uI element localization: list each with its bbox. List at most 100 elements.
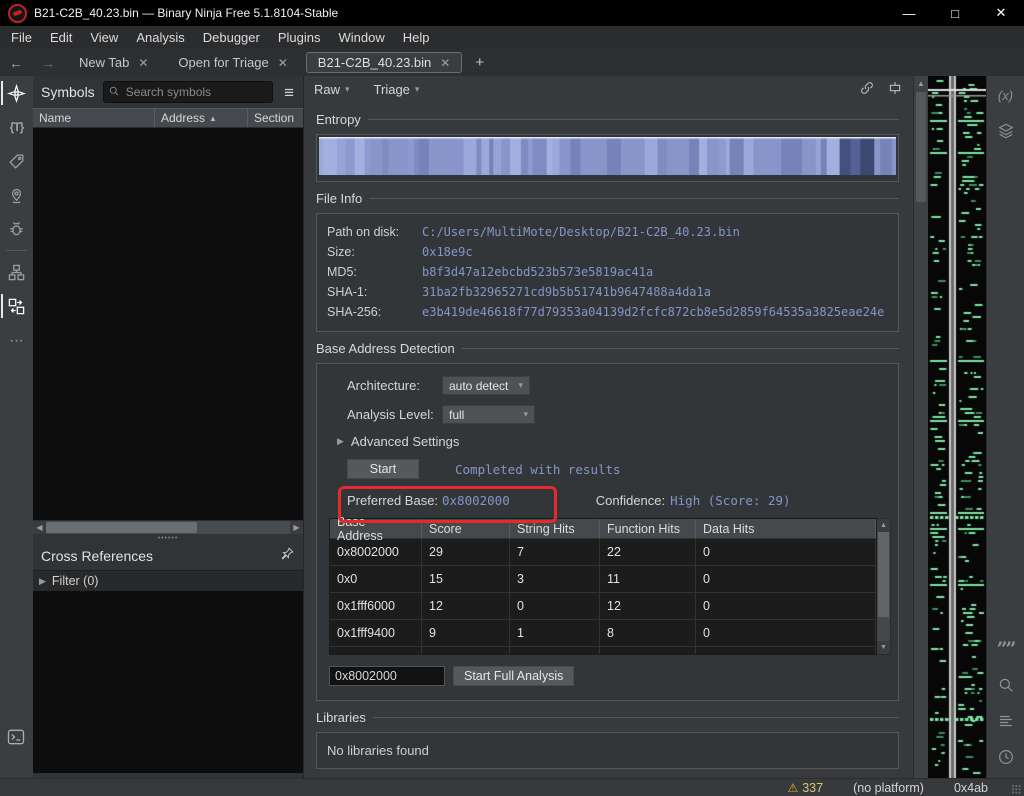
status-bar: ⚠ 337 (no platform) 0x4ab — [0, 778, 1024, 796]
triage-scroll-area: Entropy File Info Path on disk: C:/Users… — [304, 103, 913, 778]
menu-help[interactable]: Help — [394, 26, 439, 49]
caret-right-icon: ▶ — [337, 436, 344, 447]
table-header-row: Base Address Score String Hits Function … — [330, 519, 876, 538]
entropy-visualization[interactable] — [316, 134, 899, 182]
symbols-horizontal-scrollbar[interactable]: ◀ ▶ — [33, 520, 303, 534]
byte-overview-minimap[interactable] — [928, 76, 986, 778]
rebase-address-input[interactable] — [329, 666, 445, 686]
xref-filter-toggle[interactable]: ▶ Filter (0) — [33, 570, 303, 591]
history-panel-icon[interactable] — [987, 742, 1024, 772]
split-view-icon[interactable] — [887, 80, 903, 99]
variables-panel-icon[interactable]: (x) — [987, 80, 1024, 110]
confidence-value: High (Score: 29) — [670, 493, 790, 508]
triage-content: Raw ▾ Triage ▾ Entropy — [304, 76, 913, 778]
tab-close-icon[interactable]: ✕ — [278, 56, 288, 70]
file-path-value[interactable]: C:/Users/MultiMote/Desktop/B21-C2B_40.23… — [422, 222, 740, 242]
sidebar-tags-icon[interactable] — [0, 144, 33, 178]
table-row[interactable]: 0x8002000 29 7 22 0 — [330, 538, 876, 565]
symbols-panel-title: Symbols — [41, 84, 95, 100]
tab-new-tab[interactable]: New Tab ✕ — [67, 52, 160, 73]
current-address: 0x4ab — [954, 781, 988, 795]
find-panel-icon[interactable] — [987, 670, 1024, 700]
symbols-menu-icon[interactable]: ≡ — [281, 84, 297, 101]
window-controls: — □ ✕ — [886, 0, 1024, 26]
maximize-button[interactable]: □ — [932, 0, 978, 26]
scroll-right-icon[interactable]: ▶ — [290, 523, 303, 532]
menu-file[interactable]: File — [2, 26, 41, 49]
log-panel-icon[interactable] — [987, 706, 1024, 736]
tab-open-for-triage[interactable]: Open for Triage ✕ — [166, 52, 299, 73]
new-tab-button[interactable]: + — [465, 54, 494, 71]
table-row[interactable]: 0x0 15 3 11 0 — [330, 565, 876, 592]
column-section[interactable]: Section — [248, 109, 303, 127]
sidebar-more-icon[interactable]: ⋯ — [0, 323, 33, 357]
symbols-search-input[interactable] — [103, 81, 273, 103]
table-row[interactable]: 0x1fff9400 9 1 8 0 — [330, 619, 876, 646]
menu-plugins[interactable]: Plugins — [269, 26, 330, 49]
preferred-base-value: 0x8002000 — [442, 493, 510, 508]
menu-debugger[interactable]: Debugger — [194, 26, 269, 49]
scroll-up-icon[interactable]: ▲ — [914, 76, 928, 90]
sidebar-cross-references-icon[interactable] — [0, 289, 33, 323]
advanced-settings-toggle[interactable]: ▶ Advanced Settings — [337, 434, 892, 449]
sidebar-debugger-icon[interactable] — [0, 212, 33, 246]
file-size-value[interactable]: 0x18e9c — [422, 242, 473, 262]
architecture-dropdown[interactable]: auto detect ▾ — [442, 376, 530, 395]
column-name[interactable]: Name — [33, 109, 155, 127]
menu-window[interactable]: Window — [329, 26, 393, 49]
start-full-analysis-button[interactable]: Start Full Analysis — [453, 666, 574, 686]
menu-analysis[interactable]: Analysis — [127, 26, 193, 49]
scroll-left-icon[interactable]: ◀ — [33, 523, 46, 532]
start-button[interactable]: Start — [347, 459, 419, 479]
sort-arrow-icon: ▲ — [209, 114, 217, 123]
tab-current-file[interactable]: B21-C2B_40.23.bin ✕ — [306, 52, 463, 73]
panel-splitter-handle[interactable]: •••••• — [33, 534, 303, 542]
console-toggle-icon[interactable] — [6, 727, 26, 752]
forward-arrow-icon[interactable]: → — [32, 55, 64, 71]
minimize-button[interactable]: — — [886, 0, 932, 26]
link-views-icon[interactable] — [859, 80, 875, 99]
sidebar-types-icon[interactable]: {T} — [0, 110, 33, 144]
back-arrow-icon[interactable]: ← — [0, 55, 32, 71]
close-button[interactable]: ✕ — [978, 0, 1024, 26]
detection-status: Completed with results — [455, 462, 621, 477]
sidebar-memory-map-icon[interactable] — [0, 178, 33, 212]
sidebar-components-icon[interactable] — [0, 255, 33, 289]
symbols-list-empty[interactable] — [33, 128, 303, 520]
libraries-section-title: Libraries — [316, 710, 366, 725]
warning-count[interactable]: ⚠ 337 — [787, 781, 823, 795]
no-libraries-text: No libraries found — [327, 743, 429, 758]
column-address[interactable]: Address ▲ — [155, 109, 248, 127]
stack-panel-icon[interactable] — [987, 116, 1024, 146]
sha1-value[interactable]: 31ba2fb32965271cd9b5b51741b9647488a4da1a — [422, 282, 711, 302]
main-scrollbar[interactable]: ▲ — [913, 76, 928, 778]
pin-icon[interactable] — [280, 546, 295, 566]
base-candidates-table: Base Address Score String Hits Function … — [329, 518, 877, 655]
chevron-down-icon: ▾ — [415, 84, 420, 95]
sha256-value[interactable]: e3b419de46618f77d79353a04139d2fcfc872cb8… — [422, 302, 884, 322]
scroll-up-icon[interactable]: ▲ — [877, 519, 890, 532]
view-type-selector[interactable]: Raw ▾ — [314, 82, 350, 97]
scroll-down-icon[interactable]: ▼ — [877, 641, 890, 654]
cross-references-title: Cross References — [41, 548, 280, 564]
md5-value[interactable]: b8f3d47a12ebcbd523b573e5819ac41a — [422, 262, 653, 282]
sidebar-symbols-icon[interactable] — [0, 76, 33, 110]
analysis-level-dropdown[interactable]: full ▾ — [442, 405, 535, 424]
resize-grip[interactable] — [1012, 785, 1022, 795]
menu-edit[interactable]: Edit — [41, 26, 81, 49]
symbols-search[interactable] — [103, 81, 273, 103]
menu-bar: File Edit View Analysis Debugger Plugins… — [0, 26, 1024, 49]
scrollbar-thumb[interactable] — [916, 92, 926, 202]
strings-panel-icon[interactable]: ”” — [987, 634, 1024, 664]
layout-selector[interactable]: Triage ▾ — [374, 82, 420, 97]
tab-close-icon[interactable]: ✕ — [440, 56, 450, 70]
menu-view[interactable]: View — [81, 26, 127, 49]
cross-references-empty[interactable] — [33, 591, 303, 773]
table-scrollbar[interactable]: ▲ ▼ — [877, 518, 891, 655]
platform-indicator: (no platform) — [853, 781, 924, 795]
table-row-partial[interactable] — [330, 646, 876, 654]
entropy-section-title: Entropy — [316, 112, 361, 127]
file-info-section-title: File Info — [316, 191, 362, 206]
tab-close-icon[interactable]: ✕ — [138, 56, 148, 70]
table-row[interactable]: 0x1fff6000 12 0 12 0 — [330, 592, 876, 619]
